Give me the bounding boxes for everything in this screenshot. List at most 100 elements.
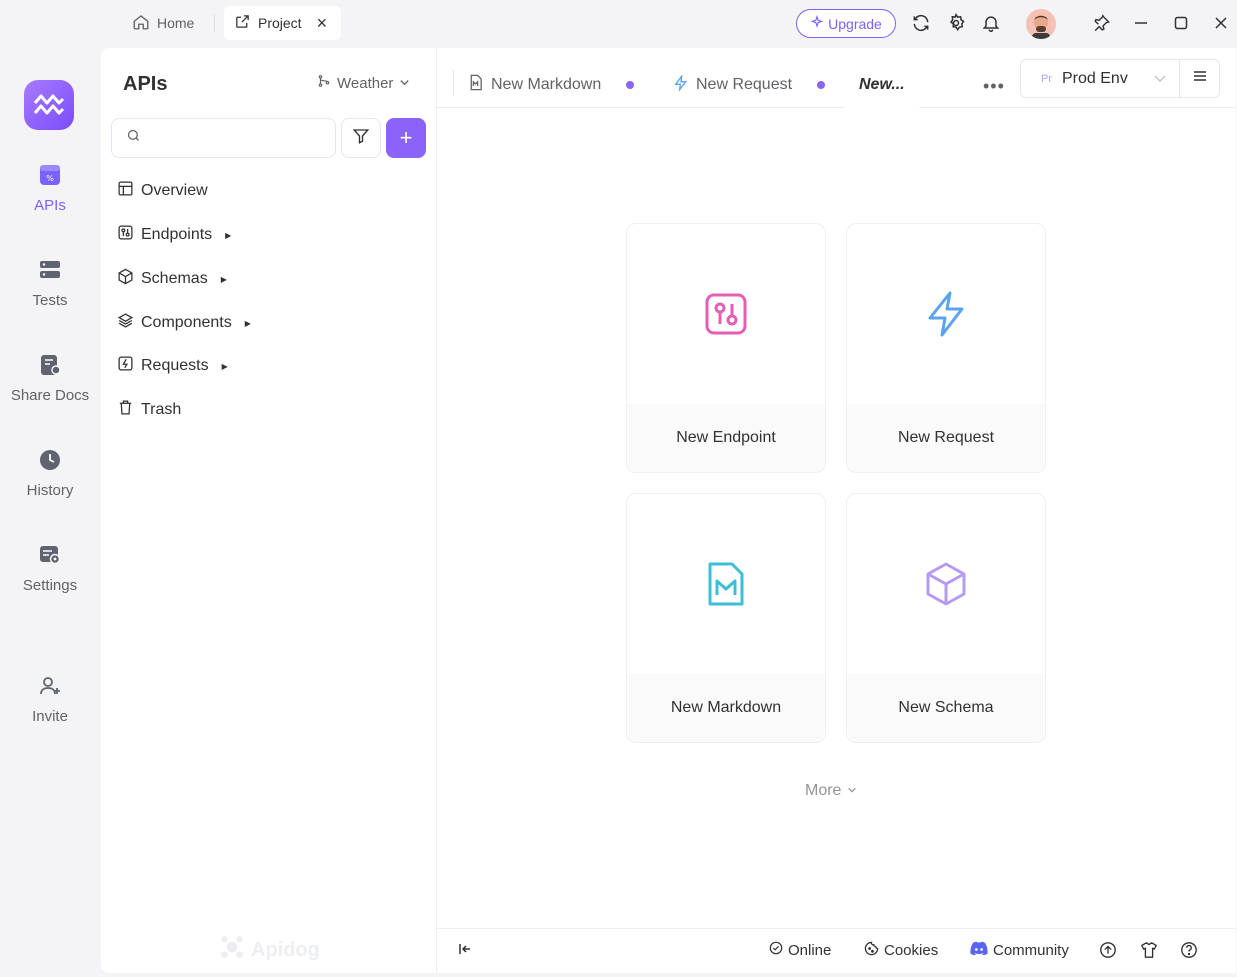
more-label: More bbox=[805, 782, 842, 799]
tab-project-label: Project bbox=[258, 15, 302, 31]
caret-right-icon[interactable]: ▶ bbox=[221, 275, 227, 284]
tab-new-request[interactable]: New Request bbox=[673, 62, 826, 108]
rail-item-share-docs[interactable]: Share Docs bbox=[0, 353, 100, 404]
tab-new-markdown[interactable]: New Markdown bbox=[467, 62, 635, 108]
tab-home-label: Home bbox=[157, 15, 195, 31]
apis-icon: % bbox=[38, 163, 62, 191]
upgrade-button[interactable]: Upgrade bbox=[796, 9, 896, 38]
tab-label: New Markdown bbox=[491, 76, 602, 93]
tree-item-endpoints[interactable]: Endpoints ▶ bbox=[117, 224, 231, 246]
filter-icon bbox=[352, 127, 370, 150]
hamburger-menu-button[interactable] bbox=[1179, 59, 1220, 98]
cookies-button[interactable]: Cookies bbox=[864, 941, 938, 960]
rail-item-settings[interactable]: Settings bbox=[0, 543, 100, 594]
bell-icon[interactable] bbox=[980, 12, 1002, 34]
history-icon bbox=[38, 448, 62, 476]
close-tab-icon[interactable]: × bbox=[317, 13, 328, 34]
new-request-card[interactable]: New Request bbox=[846, 223, 1046, 473]
card-label: New Endpoint bbox=[627, 404, 825, 472]
chevron-down-icon bbox=[1153, 71, 1167, 90]
rail-item-share-docs-label: Share Docs bbox=[10, 387, 90, 404]
watermark-label: Apidog bbox=[251, 938, 320, 961]
tab-home[interactable]: Home bbox=[122, 6, 204, 40]
rail-item-tests[interactable]: Tests bbox=[0, 258, 100, 309]
caret-right-icon[interactable]: ▶ bbox=[225, 231, 231, 240]
settings-icon bbox=[38, 543, 62, 571]
pin-icon[interactable] bbox=[1090, 12, 1112, 34]
discord-icon bbox=[970, 941, 988, 959]
collapse-sidebar-icon[interactable] bbox=[457, 941, 473, 957]
requests-icon bbox=[117, 355, 134, 377]
tab-label: New... bbox=[859, 76, 905, 93]
tree-item-trash[interactable]: Trash bbox=[117, 399, 181, 421]
markdown-icon bbox=[627, 494, 825, 674]
community-button[interactable]: Community bbox=[970, 941, 1069, 959]
unsaved-dot bbox=[817, 81, 826, 89]
app-logo[interactable] bbox=[24, 80, 74, 130]
rail-item-invite-label: Invite bbox=[32, 708, 68, 725]
add-button[interactable]: + bbox=[386, 118, 426, 158]
markdown-icon bbox=[467, 74, 484, 96]
apidog-watermark: Apidog bbox=[219, 934, 320, 966]
cube-icon bbox=[847, 494, 1045, 674]
invite-icon bbox=[38, 674, 62, 702]
new-endpoint-card[interactable]: New Endpoint bbox=[626, 223, 826, 473]
online-status[interactable]: Online bbox=[769, 941, 831, 959]
tree-item-overview[interactable]: Overview bbox=[117, 180, 208, 202]
endpoint-icon bbox=[627, 224, 825, 404]
check-circle-icon bbox=[769, 941, 783, 959]
tree-item-requests[interactable]: Requests ▶ bbox=[117, 355, 228, 377]
tree-item-label: Schemas bbox=[141, 270, 208, 287]
card-label: New Schema bbox=[847, 674, 1045, 742]
environment-select[interactable]: Pr Prod Env bbox=[1020, 59, 1180, 98]
more-button[interactable]: More bbox=[805, 782, 857, 800]
hamburger-icon bbox=[1192, 68, 1208, 89]
more-tabs-icon[interactable]: ••• bbox=[983, 76, 1005, 97]
tree-item-label: Endpoints bbox=[141, 226, 213, 243]
unsaved-dot bbox=[626, 81, 635, 89]
tree-item-components[interactable]: Components ▶ bbox=[117, 312, 251, 334]
filter-button[interactable] bbox=[341, 118, 381, 158]
caret-right-icon[interactable]: ▶ bbox=[222, 362, 228, 371]
minimize-icon[interactable] bbox=[1130, 12, 1152, 34]
caret-right-icon[interactable]: ▶ bbox=[245, 319, 251, 328]
help-icon[interactable] bbox=[1180, 941, 1198, 959]
new-markdown-card[interactable]: New Markdown bbox=[626, 493, 826, 743]
online-label: Online bbox=[788, 941, 832, 959]
gear-icon[interactable] bbox=[945, 12, 967, 34]
rail-item-apis-label: APIs bbox=[34, 197, 66, 214]
tab-divider bbox=[453, 70, 454, 96]
rail-item-invite[interactable]: Invite bbox=[0, 674, 100, 725]
main-panel: New Markdown New Request New... ••• Pr P… bbox=[437, 48, 1236, 973]
tree-item-label: Overview bbox=[141, 182, 208, 199]
new-schema-card[interactable]: New Schema bbox=[846, 493, 1046, 743]
close-window-icon[interactable] bbox=[1210, 12, 1232, 34]
upgrade-label: Upgrade bbox=[828, 15, 882, 32]
maximize-icon[interactable] bbox=[1170, 12, 1192, 34]
lightning-icon bbox=[673, 73, 689, 96]
cookie-icon bbox=[864, 941, 879, 960]
chevron-down-icon bbox=[847, 782, 857, 800]
components-icon bbox=[117, 312, 134, 334]
search-input[interactable] bbox=[149, 130, 319, 146]
community-label: Community bbox=[993, 941, 1069, 959]
branch-selector[interactable]: Weather bbox=[317, 74, 410, 92]
upload-icon[interactable] bbox=[1099, 941, 1117, 959]
avatar[interactable] bbox=[1026, 9, 1056, 39]
rail-item-history[interactable]: History bbox=[0, 448, 100, 499]
external-link-icon bbox=[234, 13, 251, 33]
tab-new-active[interactable]: New... bbox=[845, 62, 919, 108]
share-docs-icon bbox=[38, 353, 62, 381]
tree-item-schemas[interactable]: Schemas ▶ bbox=[117, 268, 227, 290]
search-box[interactable] bbox=[111, 118, 336, 158]
tree-item-label: Components bbox=[141, 314, 232, 331]
rail-item-tests-label: Tests bbox=[32, 292, 68, 309]
refresh-icon[interactable] bbox=[910, 12, 932, 34]
tab-label: New Request bbox=[696, 76, 793, 93]
shirt-icon[interactable] bbox=[1140, 941, 1158, 959]
rail-item-apis[interactable]: % APIs bbox=[0, 163, 100, 214]
card-label: New Markdown bbox=[627, 674, 825, 742]
branch-icon bbox=[317, 74, 331, 92]
tab-project[interactable]: Project × bbox=[224, 6, 342, 40]
overview-icon bbox=[117, 180, 134, 202]
